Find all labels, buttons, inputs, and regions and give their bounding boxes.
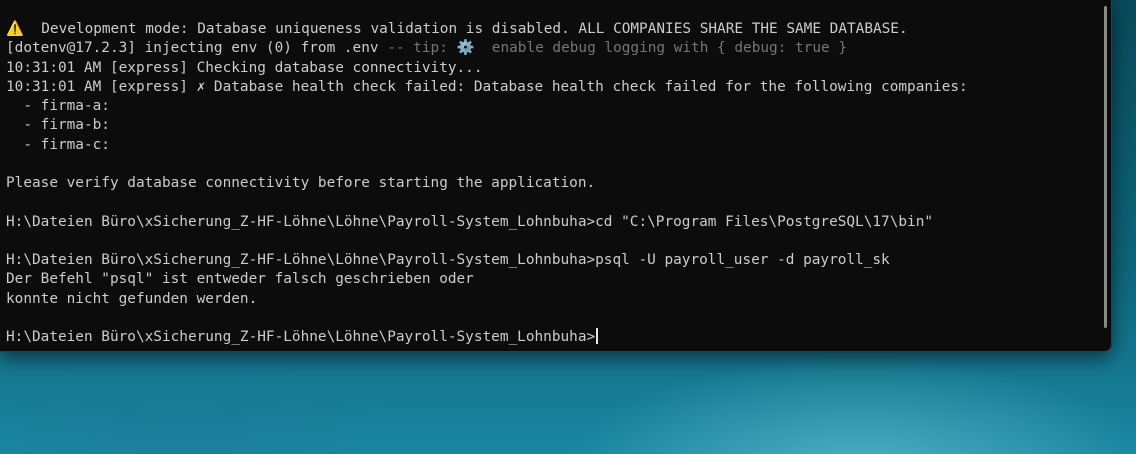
terminal-line-dotenv: [dotenv@17.2.3] injecting env (0) from .…: [6, 40, 848, 57]
terminal-scrollbar[interactable]: [1104, 6, 1107, 328]
terminal-line-verify: Please verify database connectivity befo…: [6, 175, 596, 191]
terminal-line-firma-c: - firma-c:: [6, 136, 110, 153]
terminal-prompt-line[interactable]: H:\Dateien Büro\xSicherung_Z-HF-Löhne\Lö…: [6, 328, 1096, 347]
terminal-prompt: H:\Dateien Büro\xSicherung_Z-HF-Löhne\Lö…: [6, 329, 596, 345]
terminal-line-firma-b: - firma-b:: [6, 117, 110, 134]
text-cursor: [596, 328, 598, 344]
terminal-line-warning: ⚠️ Development mode: Database uniqueness…: [6, 21, 908, 37]
terminal-line-cd-command: H:\Dateien Büro\xSicherung_Z-HF-Löhne\Lö…: [6, 213, 934, 230]
terminal-line-checking: 10:31:01 AM [express] Checking database …: [6, 59, 483, 76]
terminal-window[interactable]: ⚠️ Development mode: Database uniqueness…: [0, 0, 1112, 352]
terminal-line-firma-a: - firma-a:: [6, 98, 110, 114]
terminal-line-psql-command: H:\Dateien Büro\xSicherung_Z-HF-Löhne\Lö…: [6, 252, 890, 268]
terminal-line-health-failed: 10:31:01 AM [express] ✗ Database health …: [6, 78, 968, 95]
terminal-line-error-2: konnte nicht gefunden werden.: [6, 290, 258, 307]
terminal-output[interactable]: ⚠️ Development mode: Database uniqueness…: [6, 20, 1096, 347]
terminal-line-error-1: Der Befehl "psql" ist entweder falsch ge…: [6, 271, 474, 288]
